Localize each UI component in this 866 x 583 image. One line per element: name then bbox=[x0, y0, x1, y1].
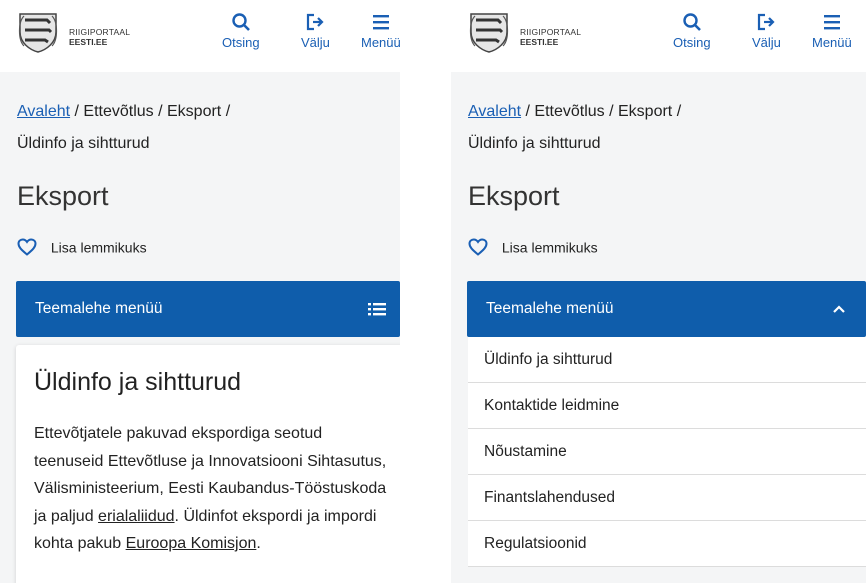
brand-line-1: RIIGIPORTAAL bbox=[69, 27, 131, 37]
topic-menu-item-financing[interactable]: Finantslahendused bbox=[468, 475, 866, 521]
coat-of-arms-icon[interactable] bbox=[16, 10, 60, 54]
topic-menu-item-contacts[interactable]: Kontaktide leidmine bbox=[468, 383, 866, 429]
page-view-collapsed: RIIGIPORTAAL EESTI.EE Otsing Välju Menüü… bbox=[0, 0, 400, 583]
breadcrumb-path: / Ettevõtlus / Eksport / bbox=[521, 103, 682, 120]
add-favorite-button[interactable]: Lisa lemmikuks bbox=[17, 238, 147, 257]
logout-label: Välju bbox=[301, 35, 330, 50]
logout-label: Välju bbox=[752, 35, 781, 50]
breadcrumb-path: / Ettevõtlus / Eksport / bbox=[70, 103, 231, 120]
search-label: Otsing bbox=[673, 35, 711, 50]
search-icon bbox=[683, 13, 701, 31]
menu-label: Menüü bbox=[812, 35, 852, 50]
content-card: Üldinfo ja sihtturud Ettevõtjatele pakuv… bbox=[16, 345, 400, 583]
logout-button[interactable]: Välju bbox=[301, 12, 330, 50]
heart-icon bbox=[468, 238, 488, 257]
search-button[interactable]: Otsing bbox=[222, 12, 260, 50]
site-brand[interactable]: RIIGIPORTAAL EESTI.EE bbox=[69, 27, 130, 47]
topic-menu-label: Teemalehe menüü bbox=[486, 300, 614, 317]
search-label: Otsing bbox=[222, 35, 260, 50]
add-favorite-label: Lisa lemmikuks bbox=[50, 239, 147, 256]
logout-button[interactable]: Välju bbox=[752, 12, 781, 50]
coat-of-arms-icon[interactable] bbox=[467, 10, 511, 54]
content-text: Ettevõtjatele pakuvad ekspordiga seotud … bbox=[34, 420, 392, 558]
site-brand[interactable]: RIIGIPORTAAL EESTI.EE bbox=[520, 27, 581, 47]
brand-line-2: EESTI.EE bbox=[69, 37, 108, 47]
heart-icon bbox=[17, 238, 37, 257]
topic-menu-toggle[interactable]: Teemalehe menüü bbox=[16, 281, 400, 337]
search-button[interactable]: Otsing bbox=[673, 12, 711, 50]
breadcrumb-home-link[interactable]: Avaleht bbox=[17, 103, 70, 120]
topic-menu-toggle[interactable]: Teemalehe menüü bbox=[467, 281, 866, 337]
hamburger-icon bbox=[823, 15, 840, 30]
site-header: RIIGIPORTAAL EESTI.EE Otsing Välju Menüü bbox=[451, 0, 866, 72]
topic-menu-item-counselling[interactable]: Nõustamine bbox=[468, 429, 866, 475]
topic-menu-item-general-info[interactable]: Üldinfo ja sihtturud bbox=[468, 337, 866, 383]
breadcrumb-current: Üldinfo ja sihtturud bbox=[17, 135, 150, 152]
search-icon bbox=[232, 13, 250, 31]
breadcrumb: Avaleht / Ettevõtlus / Eksport / Üldinfo… bbox=[468, 96, 768, 160]
menu-label: Menüü bbox=[361, 35, 400, 50]
logout-icon bbox=[758, 13, 776, 31]
page-view-expanded: RIIGIPORTAAL EESTI.EE Otsing Välju Menüü… bbox=[451, 0, 866, 583]
menu-button[interactable]: Menüü bbox=[361, 12, 400, 50]
list-icon bbox=[368, 303, 386, 316]
brand-line-1: RIIGIPORTAAL bbox=[520, 27, 582, 37]
add-favorite-label: Lisa lemmikuks bbox=[501, 239, 598, 256]
breadcrumb: Avaleht / Ettevõtlus / Eksport / Üldinfo… bbox=[17, 96, 317, 160]
trade-associations-link[interactable]: erialaliidud bbox=[98, 508, 175, 525]
breadcrumb-current: Üldinfo ja sihtturud bbox=[468, 135, 601, 152]
logout-icon bbox=[307, 13, 325, 31]
topic-menu-list: Üldinfo ja sihtturud Kontaktide leidmine… bbox=[468, 337, 866, 567]
menu-button[interactable]: Menüü bbox=[812, 12, 852, 50]
breadcrumb-home-link[interactable]: Avaleht bbox=[468, 103, 521, 120]
topic-menu-label: Teemalehe menüü bbox=[35, 300, 163, 317]
add-favorite-button[interactable]: Lisa lemmikuks bbox=[468, 238, 598, 257]
hamburger-icon bbox=[372, 15, 389, 30]
european-commission-link[interactable]: Euroopa Komisjon bbox=[126, 535, 257, 552]
topic-menu-item-regulations[interactable]: Regulatsioonid bbox=[468, 521, 866, 567]
chevron-up-icon bbox=[833, 305, 845, 313]
site-header: RIIGIPORTAAL EESTI.EE Otsing Välju Menüü bbox=[0, 0, 400, 72]
page-title: Eksport bbox=[468, 181, 560, 211]
brand-line-2: EESTI.EE bbox=[520, 37, 559, 47]
page-title: Eksport bbox=[17, 181, 109, 211]
content-text-part3: . bbox=[256, 535, 261, 552]
content-title: Üldinfo ja sihtturud bbox=[34, 368, 242, 396]
